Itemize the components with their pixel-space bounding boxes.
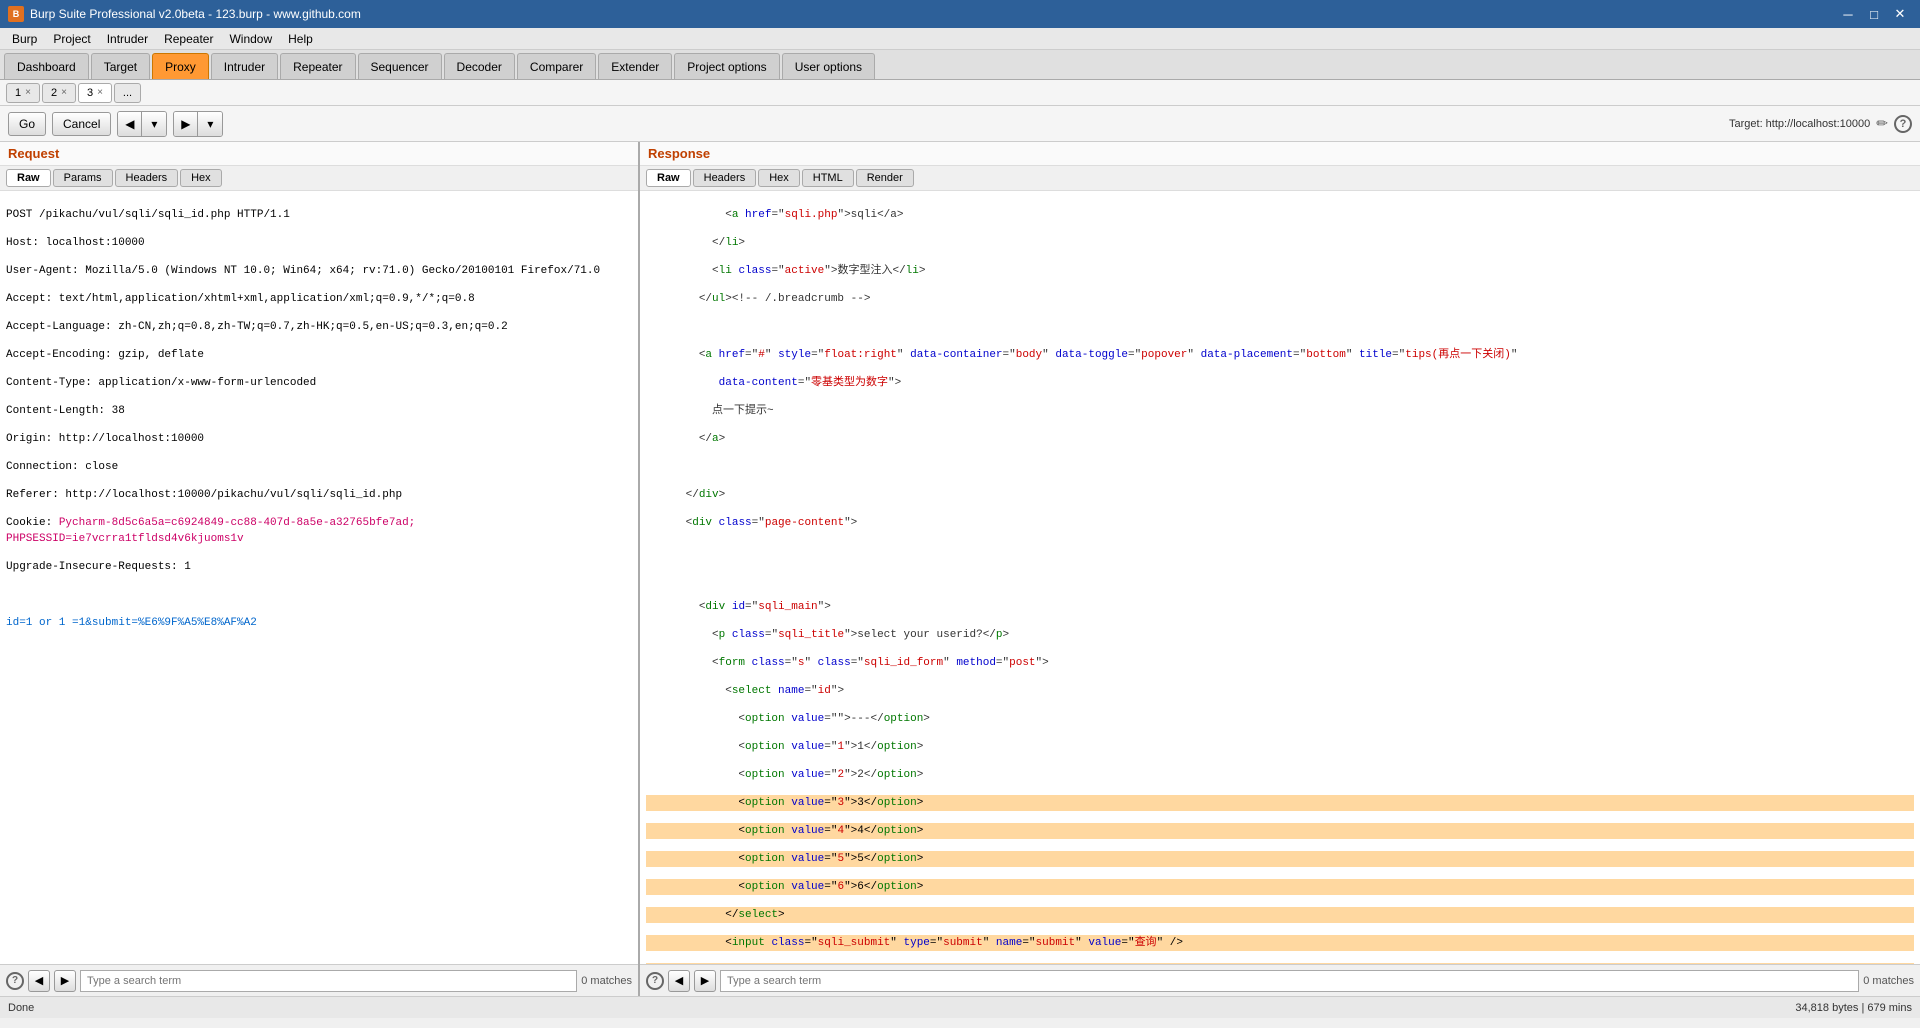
request-search-bar: ? ◀ ▶ 0 matches — [0, 964, 638, 996]
tab-intruder[interactable]: Intruder — [211, 53, 278, 79]
response-search-help[interactable]: ? — [646, 972, 664, 990]
cancel-button[interactable]: Cancel — [52, 112, 111, 136]
response-search-count: 0 matches — [1863, 975, 1914, 987]
app-icon: B — [8, 6, 24, 22]
size-text: 34,818 bytes | 679 mins — [1795, 1002, 1912, 1014]
menu-window[interactable]: Window — [221, 28, 280, 50]
response-panel: Response Raw Headers Hex HTML Render <a … — [640, 142, 1920, 996]
response-tabs: Raw Headers Hex HTML Render — [640, 166, 1920, 191]
request-search-help[interactable]: ? — [6, 972, 24, 990]
maximize-button[interactable]: □ — [1862, 4, 1886, 24]
response-tab-headers[interactable]: Headers — [693, 169, 757, 187]
main-content: Request Raw Params Headers Hex POST /pik… — [0, 142, 1920, 996]
tab-repeater[interactable]: Repeater — [280, 53, 355, 79]
status-text: Done — [8, 1002, 34, 1014]
tab-project-options[interactable]: Project options — [674, 53, 779, 79]
response-search-next[interactable]: ▶ — [694, 970, 716, 992]
close-button[interactable]: ✕ — [1888, 4, 1912, 24]
request-search-next[interactable]: ▶ — [54, 970, 76, 992]
window-title: Burp Suite Professional v2.0beta - 123.b… — [30, 7, 361, 21]
nav-back-button[interactable]: ◀ — [118, 112, 142, 136]
nav-group: ◀ ▾ — [117, 111, 167, 137]
nav-forward-dropdown[interactable]: ▾ — [198, 112, 222, 136]
response-title: Response — [640, 142, 1920, 166]
response-tab-raw[interactable]: Raw — [646, 169, 691, 187]
menu-repeater[interactable]: Repeater — [156, 28, 221, 50]
tab-user-options[interactable]: User options — [782, 53, 875, 79]
menu-bar: Burp Project Intruder Repeater Window He… — [0, 28, 1920, 50]
request-tab-params[interactable]: Params — [53, 169, 113, 187]
sub-tab-bar: 1 × 2 × 3 × ... — [0, 80, 1920, 106]
sub-tab-1[interactable]: 1 × — [6, 83, 40, 103]
request-search-input[interactable] — [80, 970, 577, 992]
request-content[interactable]: POST /pikachu/vul/sqli/sqli_id.php HTTP/… — [0, 191, 638, 964]
tab-dashboard[interactable]: Dashboard — [4, 53, 89, 79]
request-search-prev[interactable]: ◀ — [28, 970, 50, 992]
response-content[interactable]: <a href="sqli.php">sqli</a> </li> <li cl… — [640, 191, 1920, 964]
menu-intruder[interactable]: Intruder — [99, 28, 156, 50]
tab-sequencer[interactable]: Sequencer — [358, 53, 442, 79]
nav-back-dropdown[interactable]: ▾ — [142, 112, 166, 136]
help-icon[interactable]: ? — [1894, 115, 1912, 133]
window-controls: ─ □ ✕ — [1836, 4, 1912, 24]
request-title: Request — [0, 142, 638, 166]
response-tab-render[interactable]: Render — [856, 169, 914, 187]
response-tab-html[interactable]: HTML — [802, 169, 854, 187]
minimize-button[interactable]: ─ — [1836, 4, 1860, 24]
go-button[interactable]: Go — [8, 112, 46, 136]
status-bar: Done 34,818 bytes | 679 mins — [0, 996, 1920, 1018]
response-search-input[interactable] — [720, 970, 1859, 992]
title-bar: B Burp Suite Professional v2.0beta - 123… — [0, 0, 1920, 28]
request-panel: Request Raw Params Headers Hex POST /pik… — [0, 142, 640, 996]
request-tab-hex[interactable]: Hex — [180, 169, 222, 187]
tab-target[interactable]: Target — [91, 53, 150, 79]
sub-tab-more[interactable]: ... — [114, 83, 141, 103]
menu-help[interactable]: Help — [280, 28, 321, 50]
tab-extender[interactable]: Extender — [598, 53, 672, 79]
nav-forward-button[interactable]: ▶ — [174, 112, 198, 136]
response-search-prev[interactable]: ◀ — [668, 970, 690, 992]
edit-icon[interactable]: ✏ — [1876, 115, 1888, 132]
tab-decoder[interactable]: Decoder — [444, 53, 515, 79]
response-search-bar: ? ◀ ▶ 0 matches — [640, 964, 1920, 996]
main-tab-bar: Dashboard Target Proxy Intruder Repeater… — [0, 50, 1920, 80]
sub-tab-3[interactable]: 3 × — [78, 83, 112, 103]
request-tab-raw[interactable]: Raw — [6, 169, 51, 187]
menu-burp[interactable]: Burp — [4, 28, 45, 50]
nav-forward-group: ▶ ▾ — [173, 111, 223, 137]
toolbar: Go Cancel ◀ ▾ ▶ ▾ Target: http://localho… — [0, 106, 1920, 142]
sub-tab-2[interactable]: 2 × — [42, 83, 76, 103]
tab-comparer[interactable]: Comparer — [517, 53, 596, 79]
request-tabs: Raw Params Headers Hex — [0, 166, 638, 191]
target-label: Target: http://localhost:10000 — [1729, 118, 1870, 130]
response-tab-hex[interactable]: Hex — [758, 169, 800, 187]
menu-project[interactable]: Project — [45, 28, 98, 50]
request-tab-headers[interactable]: Headers — [115, 169, 179, 187]
request-search-count: 0 matches — [581, 975, 632, 987]
tab-proxy[interactable]: Proxy — [152, 53, 209, 79]
